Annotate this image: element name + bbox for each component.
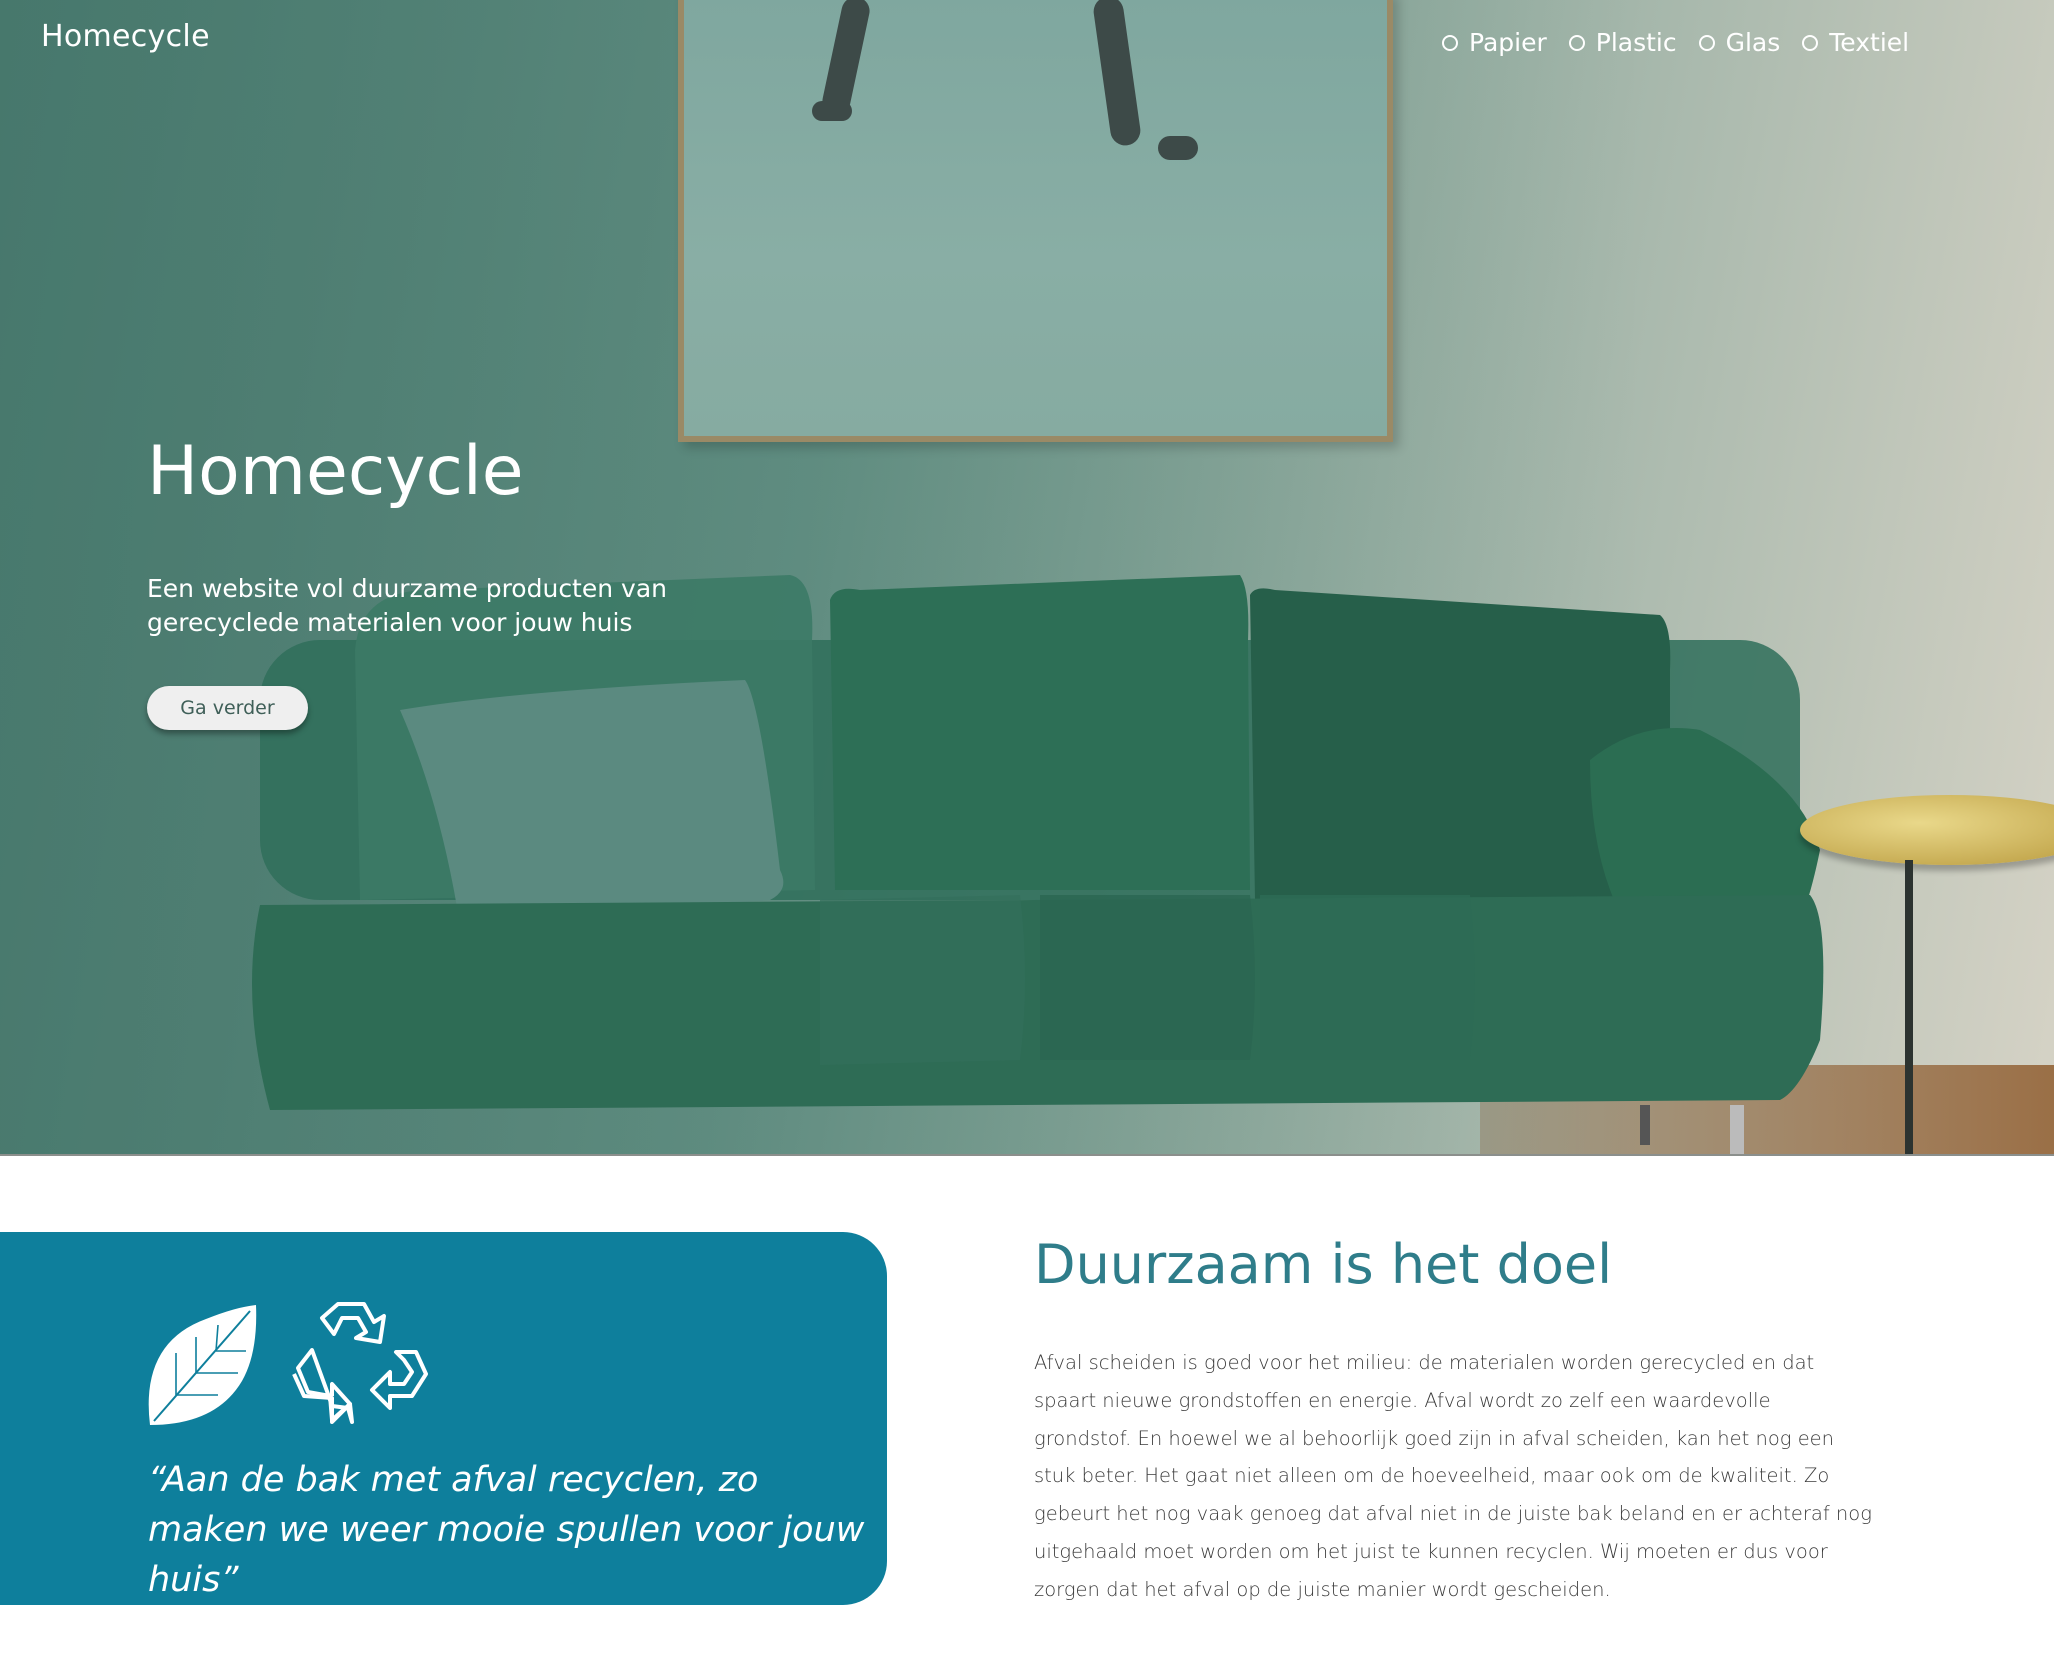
hero-section: Homecycle Papier Plastic Glas Textiel Ho…	[0, 0, 2054, 1156]
nav-item-label: Textiel	[1829, 28, 1910, 57]
recycle-icon	[292, 1302, 428, 1424]
main-nav: Papier Plastic Glas Textiel	[1442, 28, 1931, 57]
hero-subtitle: Een website vol duurzame producten van g…	[147, 574, 667, 637]
quote-text: “Aan de bak met afval recyclen, zo maken…	[148, 1460, 865, 1600]
section-body: Afval scheiden is goed voor het milieu: …	[1034, 1351, 1872, 1601]
nav-item-papier[interactable]: Papier	[1442, 28, 1547, 57]
continue-button[interactable]: Ga verder	[147, 686, 308, 730]
nav-item-textiel[interactable]: Textiel	[1802, 28, 1909, 57]
nav-bullet-icon	[1698, 34, 1715, 51]
hero-title: Homecycle	[147, 432, 524, 511]
nav-item-plastic[interactable]: Plastic	[1568, 28, 1677, 57]
nav-item-glas[interactable]: Glas	[1698, 28, 1781, 57]
nav-bullet-icon	[1442, 34, 1458, 51]
nav-bullet-icon	[1802, 34, 1819, 51]
brand-logo[interactable]: Homecycle	[41, 19, 210, 54]
nav-item-label: Plastic	[1595, 28, 1677, 57]
nav-item-label: Papier	[1469, 28, 1547, 57]
nav-bullet-icon	[1568, 34, 1585, 51]
nav-item-label: Glas	[1725, 28, 1781, 57]
section-title: Duurzaam is het doel	[1034, 1233, 1613, 1296]
leaf-icon	[148, 1305, 257, 1425]
